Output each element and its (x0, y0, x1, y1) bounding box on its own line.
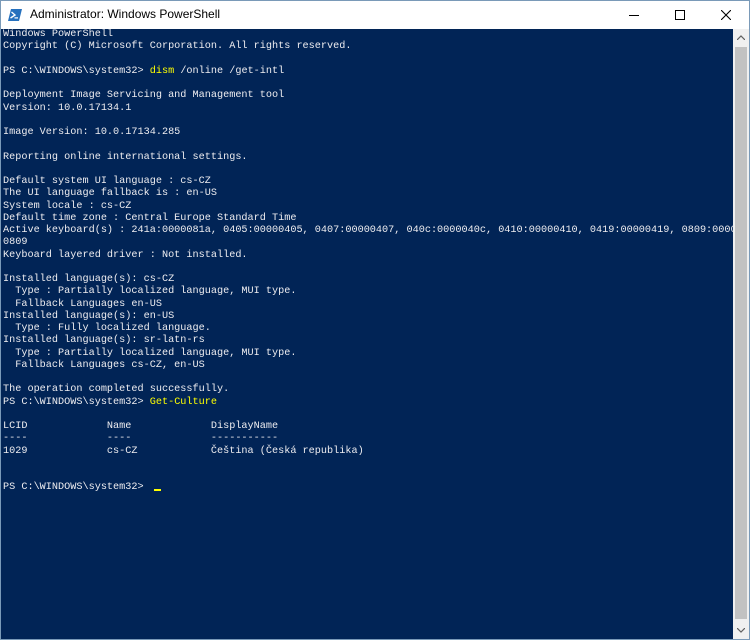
scroll-down-button[interactable] (733, 622, 749, 639)
console-line: Version: 10.0.17134.1 (3, 102, 132, 114)
console-line: Deployment Image Servicing and Managemen… (3, 90, 285, 102)
console-line: Fallback Languages en-US (3, 298, 162, 310)
minimize-icon (629, 15, 639, 16)
prompt-line: PS C:\WINDOWS\system32> (1, 482, 733, 494)
prompt-line: PS C:\WINDOWS\system32> dism /online /ge… (1, 66, 733, 78)
console-line: 0809 (3, 237, 28, 249)
console-line: Type : Partially localized language, MUI… (3, 286, 297, 298)
scroll-up-button[interactable] (733, 29, 749, 46)
scrollbar-thumb[interactable] (735, 47, 747, 619)
powershell-app-icon[interactable] (8, 8, 22, 22)
console-line: Fallback Languages cs-CZ, en-US (3, 359, 205, 371)
command-text: dism (149, 65, 175, 77)
console-line: 1029 cs-CZ Čeština (Česká republika) (3, 445, 364, 457)
window-title: Administrator: Windows PowerShell (30, 7, 221, 21)
console-line: Default time zone : Central Europe Stand… (3, 212, 297, 224)
console-line: Installed language(s): sr-latn-rs (3, 335, 205, 347)
console-line: Copyright (C) Microsoft Corporation. All… (3, 41, 352, 53)
command-text: Get-Culture (149, 396, 217, 408)
console-line: Reporting online international settings. (3, 151, 248, 163)
chevron-up-icon (737, 35, 745, 40)
powershell-window: Administrator: Windows PowerShell Window… (0, 0, 750, 640)
console-line: Type : Fully localized language. (3, 323, 211, 334)
console-output[interactable]: Windows PowerShell Copyright (C) Microsof… (1, 29, 733, 639)
console-line: Active keyboard(s) : 241a:0000081a, 0405… (3, 225, 733, 236)
console-line: Keyboard layered driver : Not installed. (3, 249, 248, 261)
console-line: The UI language fallback is : en-US (3, 188, 217, 200)
console-line: LCID Name DisplayName (3, 421, 279, 432)
text-cursor (153, 489, 161, 492)
console-line: The operation completed successfully. (3, 384, 230, 396)
close-button[interactable] (703, 1, 749, 29)
command-args: /online /get-intl (174, 65, 285, 77)
title-bar[interactable]: Administrator: Windows PowerShell (1, 1, 749, 29)
console-line: Windows PowerShell (3, 29, 114, 40)
prompt-line: PS C:\WINDOWS\system32> Get-Culture (1, 397, 733, 409)
console-line: Installed language(s): en-US (3, 310, 175, 322)
prompt-text: PS C:\WINDOWS\system32> (3, 396, 150, 408)
maximize-button[interactable] (657, 1, 703, 29)
vertical-scrollbar[interactable] (733, 29, 749, 639)
close-icon (721, 10, 731, 20)
prompt-text: PS C:\WINDOWS\system32> (3, 65, 150, 77)
console-line: Type : Partially localized language, MUI… (3, 347, 297, 359)
console-line: System locale : cs-CZ (3, 200, 132, 212)
maximize-icon (675, 10, 685, 20)
console-line: Default system UI language : cs-CZ (3, 176, 211, 187)
console-line: Image Version: 10.0.17134.285 (3, 127, 181, 138)
prompt-text: PS C:\WINDOWS\system32> (3, 482, 150, 494)
console-line: ---- ---- ----------- (3, 433, 279, 445)
minimize-button[interactable] (611, 1, 657, 29)
console-line: Installed language(s): cs-CZ (3, 274, 175, 285)
chevron-down-icon (737, 628, 745, 633)
